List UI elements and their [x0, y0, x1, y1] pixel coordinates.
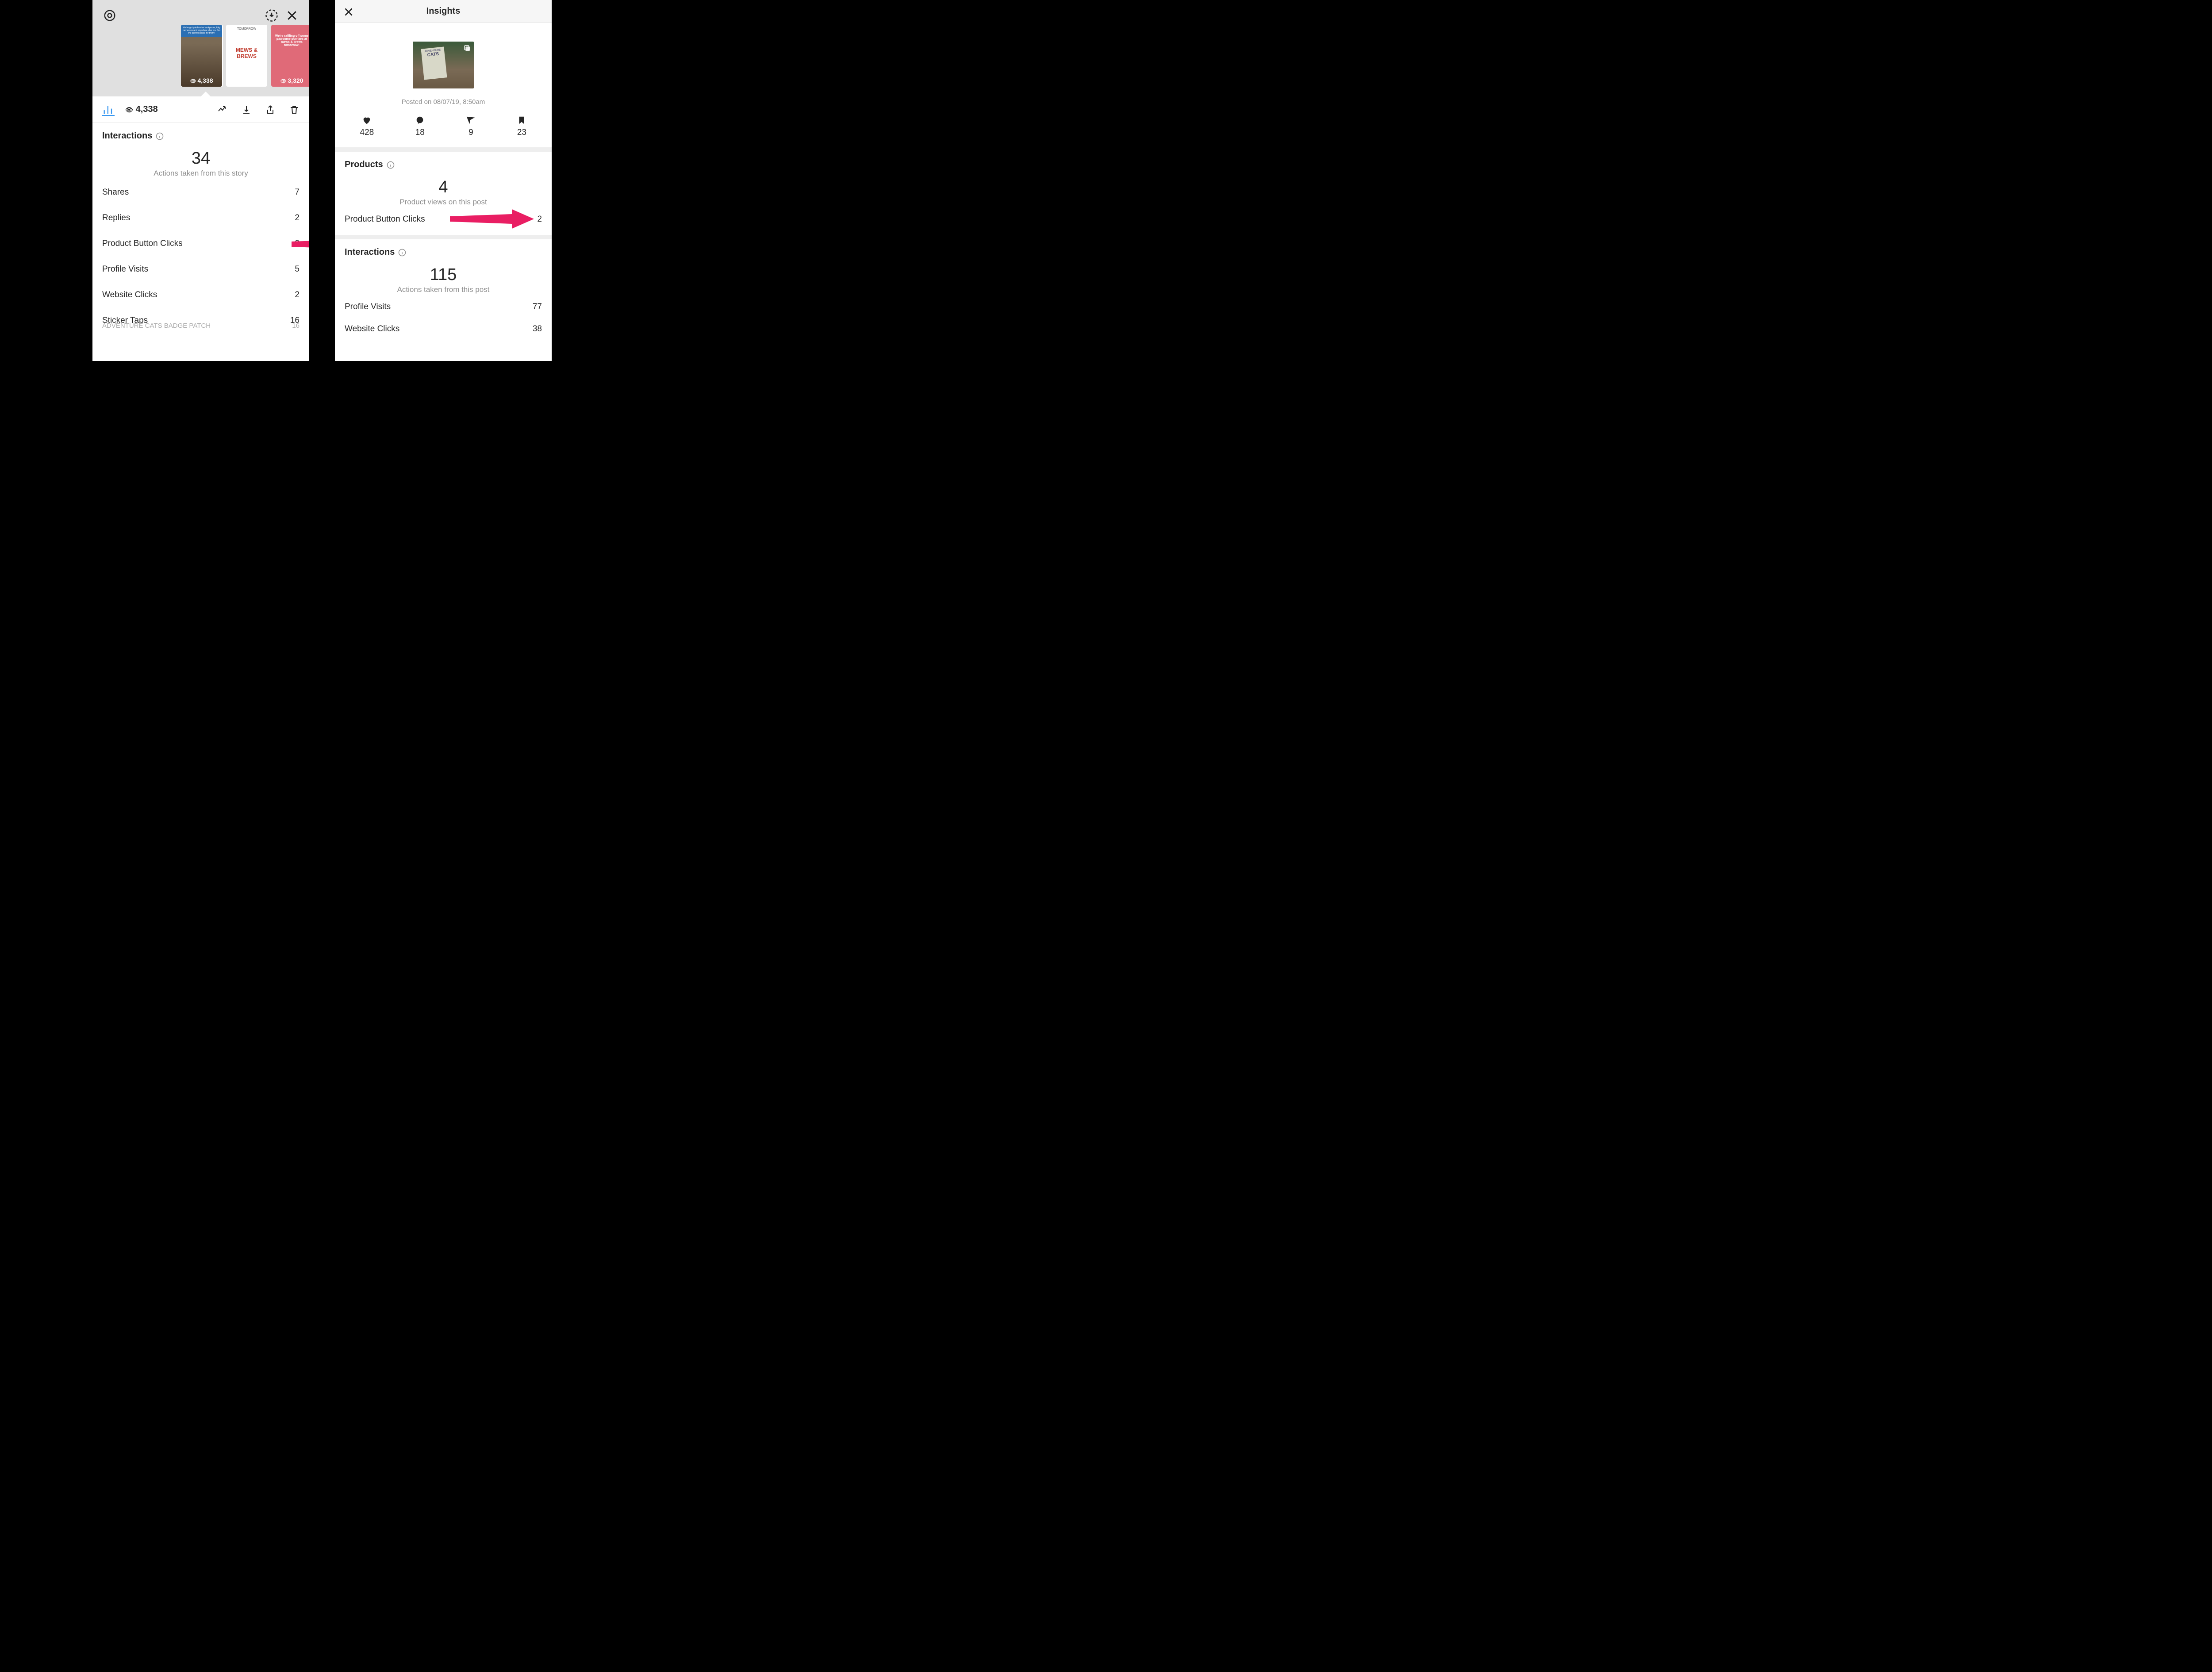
info-icon[interactable]	[398, 249, 406, 257]
carousel-caret	[200, 92, 211, 97]
interactions-total: 34 Actions taken from this story	[92, 141, 309, 180]
interactions-label: Interactions	[102, 131, 152, 141]
story-header: We've got patches for backpacks, kitty h…	[92, 0, 309, 96]
carousel-badge-icon	[463, 44, 471, 52]
info-icon[interactable]	[387, 161, 395, 169]
close-icon[interactable]	[343, 6, 354, 18]
story-thumb-selected[interactable]: We've got patches for backpacks, kitty h…	[181, 25, 222, 87]
story-insights-screen: We've got patches for backpacks, kitty h…	[92, 0, 309, 361]
bar-chart-icon[interactable]	[102, 104, 115, 116]
story-carousel[interactable]: We've got patches for backpacks, kitty h…	[181, 25, 309, 87]
story-thumb[interactable]: TOMORROW MEWS & BREWS 3,682	[226, 25, 267, 87]
interactions-header: Interactions	[92, 123, 309, 141]
products-total: 4 Product views on this post	[335, 170, 552, 208]
close-icon[interactable]	[285, 9, 299, 22]
stats-bar-actions	[217, 104, 300, 115]
posted-date: Posted on 08/07/19, 8:50am	[335, 98, 552, 106]
interactions-header: Interactions	[335, 239, 552, 257]
insights-header: Insights	[335, 0, 552, 23]
comment-icon	[415, 115, 425, 125]
comments-stat: 18	[415, 115, 425, 138]
sticker-detail-row: ADVENTURE CATS BADGE PATCH 16	[92, 322, 309, 337]
metric-row-replies: Replies 2	[92, 205, 309, 231]
story-thumb-views: 4,338	[181, 77, 222, 84]
interactions-total-value: 34	[92, 149, 309, 168]
story-thumb-banner: We've got patches for backpacks, kitty h…	[181, 25, 222, 37]
metric-row-product-button-clicks: Product Button Clicks 2	[335, 208, 552, 230]
info-icon[interactable]	[156, 132, 164, 140]
metric-row-website-clicks: Website Clicks 38	[335, 318, 552, 340]
post-insights-screen: Insights ADVENTURECATS Posted on 08/07/1…	[335, 0, 552, 361]
engagement-row: 428 18 9 23	[335, 109, 552, 152]
metric-row-website-clicks: Website Clicks 2	[92, 282, 309, 308]
interactions-caption: Actions taken from this story	[92, 169, 309, 178]
settings-icon[interactable]	[103, 9, 116, 22]
download-progress-icon[interactable]	[265, 9, 278, 22]
reach-icon[interactable]	[217, 104, 228, 115]
products-header: Products	[335, 152, 552, 170]
highlight-arrow-icon	[292, 234, 309, 255]
download-icon[interactable]	[241, 104, 252, 115]
metric-row-profile-visits: Profile Visits 77	[335, 296, 552, 318]
page-title: Insights	[426, 6, 461, 16]
trash-icon[interactable]	[289, 104, 300, 115]
bookmark-icon	[517, 115, 526, 125]
story-stats-bar: 4,338	[92, 96, 309, 123]
likes-stat: 428	[360, 115, 374, 138]
paper-plane-icon	[466, 115, 476, 125]
story-thumb[interactable]: We're raffling off some pawsome purrizes…	[271, 25, 309, 87]
shares-stat: 9	[466, 115, 476, 138]
metric-row-product-button-clicks: Product Button Clicks 2	[92, 231, 309, 257]
metric-row-shares: Shares 7	[92, 180, 309, 205]
share-icon[interactable]	[265, 104, 276, 115]
heart-icon	[362, 115, 372, 125]
interactions-section: Interactions 115 Actions taken from this…	[335, 239, 552, 345]
metric-row-profile-visits: Profile Visits 5	[92, 257, 309, 282]
saves-stat: 23	[517, 115, 526, 138]
highlight-arrow-icon	[450, 208, 534, 230]
post-preview: ADVENTURECATS Posted on 08/07/19, 8:50am	[335, 23, 552, 109]
products-section: Products 4 Product views on this post Pr…	[335, 152, 552, 239]
story-thumb-views: 3,682	[226, 77, 267, 84]
post-thumbnail[interactable]: ADVENTURECATS	[413, 42, 474, 88]
view-count: 4,338	[125, 104, 158, 115]
story-thumb-views: 3,320	[271, 77, 309, 84]
interactions-total: 115 Actions taken from this post	[335, 257, 552, 296]
